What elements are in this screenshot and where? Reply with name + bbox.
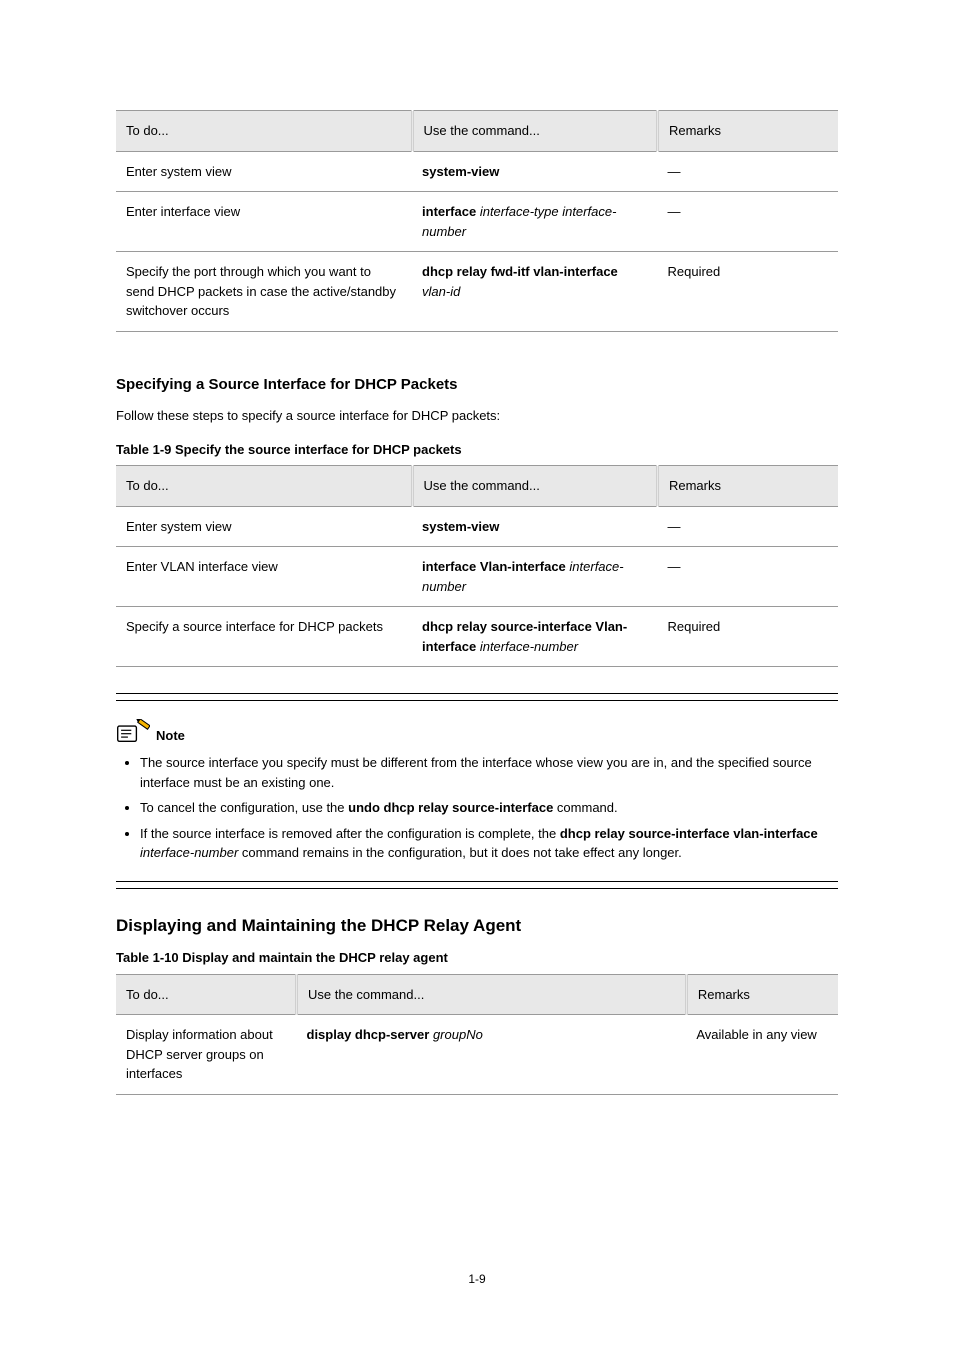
page-number: 1-9 bbox=[0, 1270, 954, 1288]
cell-cmd: interface Vlan-interface interface-numbe… bbox=[412, 547, 657, 607]
table-row: Specify a source interface for DHCP pack… bbox=[116, 607, 838, 667]
note-header: Note bbox=[116, 719, 838, 745]
cell-todo: Specify the port through which you want … bbox=[116, 252, 412, 332]
cell-cmd: dhcp relay fwd-itf vlan-interface vlan-i… bbox=[412, 252, 657, 332]
col-remarks: Remarks bbox=[657, 111, 838, 152]
cell-cmd: dhcp relay source-interface Vlan-interfa… bbox=[412, 607, 657, 667]
cell-remarks: — bbox=[657, 192, 838, 252]
table-row: Enter interface view interface interface… bbox=[116, 192, 838, 252]
col-command: Use the command... bbox=[412, 466, 657, 507]
table-caption-1-10: Table 1-10 Display and maintain the DHCP… bbox=[116, 948, 838, 968]
list-item: If the source interface is removed after… bbox=[140, 824, 838, 863]
col-command: Use the command... bbox=[412, 111, 657, 152]
cell-todo: Specify a source interface for DHCP pack… bbox=[116, 607, 412, 667]
page: To do... Use the command... Remarks Ente… bbox=[0, 0, 954, 1350]
cell-remarks: — bbox=[657, 547, 838, 607]
section-title-display-maintain: Displaying and Maintaining the DHCP Rela… bbox=[116, 913, 838, 939]
cell-cmd: interface interface-type interface-numbe… bbox=[412, 192, 657, 252]
section-title-source-interface: Specifying a Source Interface for DHCP P… bbox=[116, 374, 838, 397]
cell-cmd: system-view bbox=[412, 506, 657, 547]
cell-remarks: Required bbox=[657, 252, 838, 332]
table-spec-fwd-port: To do... Use the command... Remarks Ente… bbox=[116, 110, 838, 332]
cell-todo: Enter system view bbox=[116, 151, 412, 192]
cell-todo: Enter VLAN interface view bbox=[116, 547, 412, 607]
col-remarks: Remarks bbox=[686, 974, 838, 1015]
cell-cmd: display dhcp-server groupNo bbox=[297, 1015, 687, 1095]
cell-todo: Enter interface view bbox=[116, 192, 412, 252]
table-header-row: To do... Use the command... Remarks bbox=[116, 974, 838, 1015]
cell-remarks: Available in any view bbox=[686, 1015, 838, 1095]
table-row: Enter VLAN interface view interface Vlan… bbox=[116, 547, 838, 607]
table-row: Display information about DHCP server gr… bbox=[116, 1015, 838, 1095]
note-pencil-icon bbox=[116, 719, 150, 745]
col-remarks: Remarks bbox=[657, 466, 838, 507]
cell-remarks: — bbox=[657, 506, 838, 547]
col-todo: To do... bbox=[116, 111, 412, 152]
table-caption-1-9: Table 1-9 Specify the source interface f… bbox=[116, 440, 838, 460]
cell-remarks: Required bbox=[657, 607, 838, 667]
table-row: Enter system view system-view — bbox=[116, 151, 838, 192]
cell-todo: Display information about DHCP server gr… bbox=[116, 1015, 297, 1095]
table-header-row: To do... Use the command... Remarks bbox=[116, 111, 838, 152]
table-header-row: To do... Use the command... Remarks bbox=[116, 466, 838, 507]
section-intro-source-interface: Follow these steps to specify a source i… bbox=[116, 406, 838, 426]
table-row: Enter system view system-view — bbox=[116, 506, 838, 547]
list-item: The source interface you specify must be… bbox=[140, 753, 838, 792]
note-divider-bottom-1 bbox=[116, 881, 838, 882]
note-label: Note bbox=[156, 726, 185, 746]
cell-todo: Enter system view bbox=[116, 506, 412, 547]
note-list: The source interface you specify must be… bbox=[116, 753, 838, 863]
cell-cmd: system-view bbox=[412, 151, 657, 192]
note-divider-bottom-2 bbox=[116, 888, 838, 889]
list-item: To cancel the configuration, use the und… bbox=[140, 798, 838, 818]
cell-remarks: — bbox=[657, 151, 838, 192]
col-todo: To do... bbox=[116, 974, 297, 1015]
table-display-maintain: To do... Use the command... Remarks Disp… bbox=[116, 974, 838, 1095]
note-divider-top-2 bbox=[116, 700, 838, 701]
col-todo: To do... bbox=[116, 466, 412, 507]
table-row: Specify the port through which you want … bbox=[116, 252, 838, 332]
note-divider-top-1 bbox=[116, 693, 838, 694]
table-spec-source-interface: To do... Use the command... Remarks Ente… bbox=[116, 465, 838, 667]
col-command: Use the command... bbox=[297, 974, 687, 1015]
